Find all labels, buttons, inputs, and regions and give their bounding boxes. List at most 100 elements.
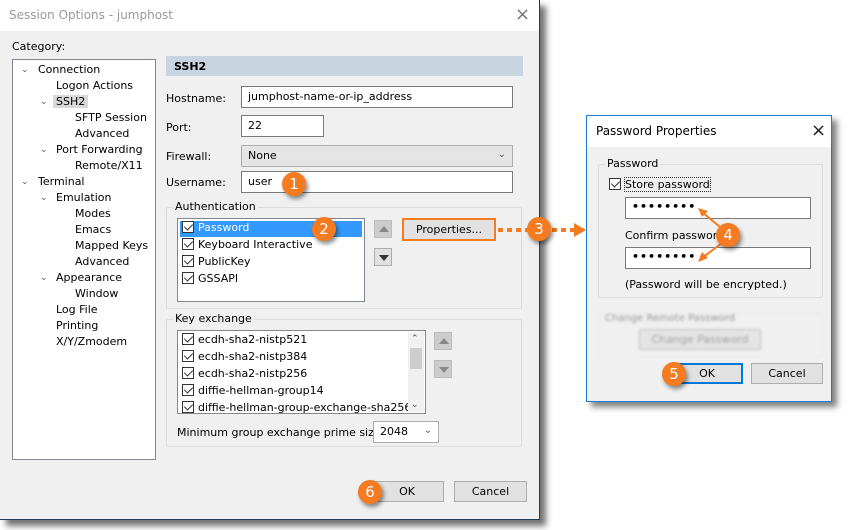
tree-item-ssh2[interactable]: SSH2 [53, 95, 89, 108]
annotation-badge-2: 2 [312, 217, 336, 241]
chevron-down-icon[interactable]: ⌄ [21, 65, 29, 75]
annotation-badge-4: 4 [716, 223, 740, 247]
auth-item-keyboard-interactive[interactable]: Keyboard Interactive [180, 238, 312, 254]
auth-item-label: Keyboard Interactive [198, 238, 313, 251]
hostname-input[interactable]: jumphost-name-or-ip_address [241, 86, 513, 108]
move-down-button[interactable] [374, 248, 392, 266]
auth-item-label: PublicKey [198, 255, 251, 268]
session-options-dialog: Session Options - jumphost × Category: ⌄… [0, 0, 540, 520]
checkbox-checked-icon[interactable] [609, 178, 621, 190]
firewall-label: Firewall: [166, 150, 212, 163]
change-remote-password-group: Change Remote Password Change Password [598, 313, 823, 357]
kex-item-label: diffie-hellman-group-exchange-sha256 [198, 401, 412, 414]
tree-item-printing[interactable]: Printing [56, 319, 98, 332]
store-password-checkbox[interactable]: Store password [609, 177, 711, 192]
auth-item-publickey[interactable]: PublicKey [180, 255, 251, 271]
title-bar: Session Options - jumphost × [0, 0, 539, 31]
kex-move-down-button[interactable] [434, 360, 452, 378]
encryption-note: (Password will be encrypted.) [625, 278, 787, 291]
change-password-button: Change Password [639, 329, 761, 350]
cancel-button[interactable]: Cancel [454, 481, 527, 502]
scroll-down-icon[interactable]: ⌄ [411, 400, 419, 410]
tree-item-connection[interactable]: Connection [38, 63, 100, 76]
tree-item-appearance[interactable]: Appearance [56, 271, 122, 284]
checkbox-checked-icon[interactable] [182, 333, 194, 345]
tree-item-emacs[interactable]: Emacs [75, 223, 111, 236]
change-remote-password-label: Change Remote Password [605, 313, 735, 324]
tree-item-xyzmodem[interactable]: X/Y/Zmodem [56, 335, 127, 348]
chevron-down-icon[interactable]: ⌄ [40, 273, 48, 283]
tree-item-modes[interactable]: Modes [75, 207, 111, 220]
dialog-title: Password Properties [596, 124, 717, 138]
kex-item[interactable]: diffie-hellman-group14 [180, 384, 324, 400]
kex-item-label: ecdh-sha2-nistp521 [198, 333, 308, 346]
scroll-thumb[interactable] [410, 348, 422, 369]
firewall-value: None [248, 149, 277, 162]
annotation-badge-1: 1 [282, 172, 306, 196]
authentication-list[interactable]: Password Keyboard Interactive PublicKey … [177, 218, 365, 302]
checkbox-checked-icon[interactable] [182, 384, 194, 396]
properties-button[interactable]: Properties... [402, 218, 496, 241]
kex-scrollbar[interactable]: ⌃ ⌄ [408, 332, 424, 412]
tree-item-remote-x11[interactable]: Remote/X11 [75, 159, 143, 172]
chevron-down-icon[interactable]: ⌄ [40, 193, 48, 203]
chevron-down-icon[interactable]: ⌄ [40, 145, 48, 155]
min-prime-select[interactable]: 2048 ⌄ [373, 421, 439, 443]
tree-item-log-file[interactable]: Log File [56, 303, 98, 316]
chevron-down-icon[interactable]: ⌄ [21, 177, 29, 187]
hostname-label: Hostname: [166, 92, 226, 105]
kex-item-label: diffie-hellman-group14 [198, 384, 324, 397]
authentication-label: Authentication [173, 200, 258, 213]
tree-item-logon-actions[interactable]: Logon Actions [56, 79, 133, 92]
arrow-down-icon [379, 255, 389, 261]
tree-item-sftp-session[interactable]: SFTP Session [75, 111, 147, 124]
kex-item[interactable]: ecdh-sha2-nistp384 [180, 350, 307, 366]
chevron-down-icon: ⌄ [497, 149, 506, 160]
tree-item-window[interactable]: Window [75, 287, 118, 300]
key-exchange-label: Key exchange [173, 312, 254, 325]
close-icon[interactable]: × [811, 122, 826, 140]
tree-item-ssh2-advanced[interactable]: Advanced [75, 127, 129, 140]
checkbox-checked-icon[interactable] [182, 350, 194, 362]
chevron-down-icon[interactable]: ⌄ [40, 97, 48, 107]
kex-item[interactable]: ecdh-sha2-nistp256 [180, 367, 307, 383]
annotation-badge-3: 3 [527, 217, 551, 241]
checkbox-checked-icon[interactable] [182, 401, 194, 413]
dialog-title: Session Options - jumphost [9, 8, 174, 22]
chevron-down-icon: ⌄ [423, 425, 432, 436]
min-prime-value: 2048 [380, 425, 408, 438]
category-label-text: Category: [12, 40, 66, 53]
password-group-label: Password [605, 157, 661, 170]
key-exchange-list[interactable]: ecdh-sha2-nistp521 ecdh-sha2-nistp384 ec… [177, 330, 426, 414]
arrow-down-icon [439, 367, 449, 373]
username-label: Username: [166, 176, 226, 189]
move-up-button[interactable] [374, 220, 392, 238]
checkbox-checked-icon[interactable] [182, 367, 194, 379]
tree-item-terminal[interactable]: Terminal [38, 175, 85, 188]
category-label: Category: [12, 40, 65, 53]
close-icon[interactable]: × [515, 6, 530, 24]
arrow-up-icon [379, 226, 389, 232]
auth-item-gssapi[interactable]: GSSAPI [180, 272, 238, 288]
tree-item-mapped-keys[interactable]: Mapped Keys [75, 239, 148, 252]
kex-item-label: ecdh-sha2-nistp384 [198, 350, 308, 363]
annotation-badge-5: 5 [662, 362, 686, 386]
checkbox-checked-icon[interactable] [182, 238, 194, 250]
kex-move-up-button[interactable] [434, 332, 452, 350]
port-input[interactable]: 22 [241, 115, 324, 137]
tree-item-emulation[interactable]: Emulation [56, 191, 112, 204]
cancel-button[interactable]: Cancel [751, 363, 823, 384]
category-tree[interactable]: ⌄ Connection Logon Actions ⌄ SSH2 SFTP S… [12, 59, 156, 460]
auth-item-label: Password [198, 221, 250, 234]
annotation-badge-6: 6 [358, 480, 382, 504]
kex-item[interactable]: diffie-hellman-group-exchange-sha256 [180, 401, 412, 414]
scroll-up-icon[interactable]: ⌃ [411, 334, 419, 344]
tree-item-emulation-advanced[interactable]: Advanced [75, 255, 129, 268]
tree-item-port-forwarding[interactable]: Port Forwarding [56, 143, 143, 156]
arrowhead-icon [574, 223, 586, 237]
checkbox-checked-icon[interactable] [182, 221, 194, 233]
kex-item[interactable]: ecdh-sha2-nistp521 [180, 333, 307, 349]
firewall-select[interactable]: None ⌄ [241, 145, 513, 167]
checkbox-checked-icon[interactable] [182, 255, 194, 267]
checkbox-checked-icon[interactable] [182, 272, 194, 284]
